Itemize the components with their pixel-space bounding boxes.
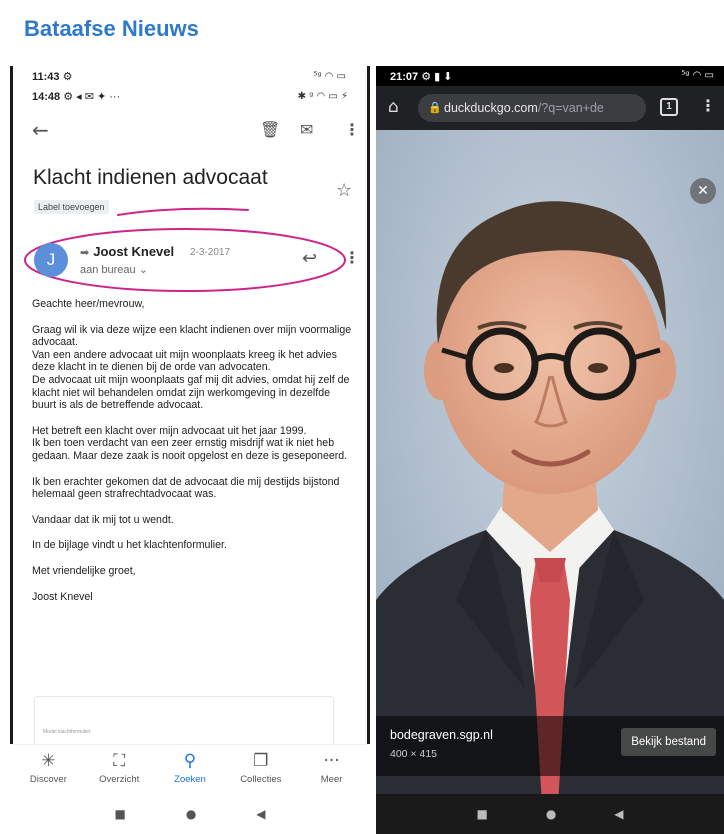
body-paragraph: Graag wil ik via deze wijze een klacht i… [32,323,352,412]
body-paragraph: Het betreft een klacht over mijn advocaa… [32,424,348,462]
image-dimensions: 400 × 415 [390,748,438,760]
email-date: 2-3-2017 [190,247,231,258]
portrait-photo [376,130,724,806]
recipient-line[interactable]: aan bureau ⌄ [80,263,148,276]
portrait-illustration [376,130,724,806]
search-icon: ⚲ [183,751,197,771]
nav-label: Collecties [240,774,282,785]
collections-icon: ❐ [253,751,269,771]
nav-overzicht[interactable]: ⛶ Overzicht [84,745,155,794]
address-bar[interactable]: 🔒 duckduckgo.com/?q=van+de [418,94,646,122]
recents-button-icon[interactable]: ■ [476,807,487,821]
nav-discover[interactable]: ✳ Discover [13,745,84,794]
brand-title: Bataafse Nieuws [24,16,199,41]
body-paragraph: Met vriendelijke groet, [32,564,136,577]
back-button-icon[interactable]: ◀ [614,807,623,821]
view-file-button[interactable]: Bekijk bestand [621,728,716,756]
recents-button-icon[interactable]: ■ [114,807,125,821]
status-time: 21:07 ⚙ ▮ ⬇ [390,71,453,83]
home-button-icon[interactable]: ● [546,807,556,821]
sender-name[interactable]: ➡ Joost Knevel [80,244,174,259]
nav-zoeken[interactable]: ⚲ Zoeken [155,745,226,794]
system-navigation-bar: ■ ● ◀ [376,794,724,834]
body-paragraph: Geachte heer/mevrouw, [32,298,145,310]
image-info-overlay: bodegraven.sgp.nl 400 × 415 Bekijk besta… [376,716,724,776]
attachment-caption: Model klachtformulier [43,729,91,735]
browser-menu-icon[interactable]: ⋮ [700,96,716,115]
body-paragraph: In de bijlage vindt u het klachtenformul… [32,539,227,552]
nav-label: Zoeken [174,774,206,785]
email-body: Geachte heer/mevrouw, Graag wil ik via d… [32,298,354,616]
home-button-icon[interactable]: ● [186,807,196,821]
image-source[interactable]: bodegraven.sgp.nl [390,728,493,742]
attachment-preview[interactable]: Model klachtformulier [34,696,334,744]
email-phone-screenshot: 11:43 ⚙ ⁵ᵍ ◠ ▭ 14:48 ⚙ ◂ ✉ ✦ ··· ✱ ᵍ ◠ ▭… [10,66,370,834]
nav-label: Meer [320,774,343,785]
lock-icon: 🔒 [428,101,442,114]
system-navigation-bar: ■ ● ◀ [13,794,367,834]
sender-avatar[interactable]: J [34,243,68,277]
back-button-icon[interactable]: ◀ [256,807,265,821]
status-bar: 21:07 ⚙ ▮ ⬇ ⁵ᵍ ◠ ▭ [376,66,724,86]
nav-collecties[interactable]: ❐ Collecties [225,745,296,794]
more-icon: ··· [323,751,340,771]
body-paragraph: Ik ben erachter gekomen dat de advocaat … [32,475,340,501]
nav-label: Overzicht [99,774,140,785]
nav-meer[interactable]: ··· Meer [296,745,367,794]
browser-phone-screenshot: 21:07 ⚙ ▮ ⬇ ⁵ᵍ ◠ ▭ ⌂ 🔒 duckduckgo.com/?q… [376,66,724,834]
reply-icon[interactable]: ↩ [302,248,317,269]
overview-icon: ⛶ [113,751,126,771]
bottom-navigation: ✳ Discover ⛶ Overzicht ⚲ Zoeken ❐ Collec… [13,744,367,794]
discover-icon: ✳ [41,751,56,771]
forward-indicator-icon: ➡ [80,247,90,259]
tab-switcher-button[interactable]: 1 [660,98,678,116]
chevron-down-icon: ⌄ [138,264,148,276]
message-menu-icon[interactable]: ⋮ [344,248,360,267]
status-icons: ⁵ᵍ ◠ ▭ [681,70,714,81]
body-paragraph: Joost Knevel [32,590,93,603]
url-text: duckduckgo.com/?q=van+de [444,101,604,115]
close-icon[interactable]: ✕ [690,178,716,204]
nav-label: Discover [29,774,67,785]
body-paragraph: Vandaar dat ik mij tot u wendt. [32,513,174,526]
browser-toolbar: ⌂ 🔒 duckduckgo.com/?q=van+de 1 ⋮ [376,86,724,130]
home-icon[interactable]: ⌂ [388,97,399,117]
